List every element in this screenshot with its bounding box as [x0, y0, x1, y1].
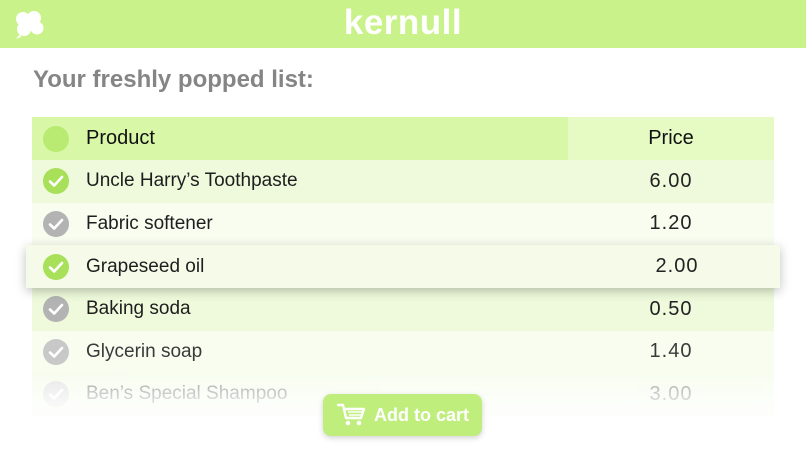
add-to-cart-label: Add to cart	[373, 404, 469, 425]
product-price: 6.00	[649, 169, 693, 192]
table-row[interactable]: Uncle Harry’s Toothpaste 6.00	[32, 160, 774, 203]
brand-title: kernull	[343, 3, 463, 42]
product-name: Uncle Harry’s Toothpaste	[86, 170, 298, 192]
table-row-highlighted[interactable]: Grapeseed oil 2.00	[26, 245, 780, 288]
column-header-price[interactable]: Price	[568, 117, 774, 160]
app-header: kernull	[0, 0, 806, 48]
product-table: Product Price Uncle Harry’s Toothpaste 6…	[26, 117, 780, 416]
product-name: Glycerin soap	[86, 340, 203, 362]
table-row[interactable]: Fabric softener 1.20	[32, 202, 774, 245]
check-icon[interactable]	[43, 168, 69, 195]
product-price: 1.20	[649, 212, 693, 235]
select-all-checkbox[interactable]	[43, 125, 69, 152]
check-icon[interactable]	[43, 381, 69, 408]
shopping-cart-icon	[336, 403, 366, 426]
add-to-cart-button[interactable]: Add to cart	[323, 394, 482, 436]
check-icon[interactable]	[43, 338, 69, 365]
check-icon[interactable]	[43, 296, 69, 323]
table-row[interactable]: Baking soda 0.50	[32, 288, 774, 331]
table-header-row: Product Price	[32, 117, 774, 160]
product-price: 2.00	[655, 255, 699, 277]
product-price: 3.00	[649, 382, 693, 405]
list-heading: Your freshly popped list:	[33, 66, 314, 93]
check-icon[interactable]	[43, 253, 69, 280]
product-price: 1.40	[649, 340, 693, 363]
table-row[interactable]: Glycerin soap 1.40	[32, 330, 774, 373]
check-icon[interactable]	[43, 210, 69, 237]
product-price: 0.50	[649, 297, 693, 320]
product-name: Fabric softener	[86, 212, 213, 234]
product-name: Baking soda	[86, 298, 191, 320]
product-name: Grapeseed oil	[86, 255, 205, 277]
column-header-product[interactable]: Product	[80, 117, 568, 160]
